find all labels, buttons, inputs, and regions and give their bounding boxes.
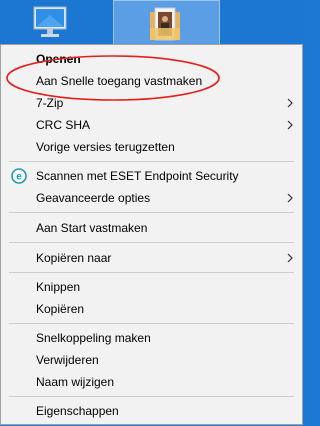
submenu-arrow-icon <box>287 253 293 263</box>
folder-icon[interactable] <box>147 6 183 42</box>
menu-item-label: Kopiëren naar <box>36 251 112 265</box>
menu-item-properties[interactable]: Eigenschappen <box>1 400 302 422</box>
menu-item-delete[interactable]: Verwijderen <box>1 349 302 371</box>
menu-item-create-shortcut[interactable]: Snelkoppeling maken <box>1 327 302 349</box>
menu-separator <box>9 396 294 397</box>
submenu-arrow-icon <box>287 193 293 203</box>
menu-item-rename[interactable]: Naam wijzigen <box>1 371 302 393</box>
menu-item-label: Knippen <box>36 280 81 294</box>
menu-item-label: Geavanceerde opties <box>36 191 151 205</box>
menu-item-pin-to-start[interactable]: Aan Start vastmaken <box>1 217 302 239</box>
menu-item-label: Vorige versies terugzetten <box>36 140 175 154</box>
menu-item-cut[interactable]: Knippen <box>1 276 302 298</box>
menu-item-advanced-options[interactable]: Geavanceerde opties <box>1 187 302 209</box>
menu-item-label: CRC SHA <box>36 118 91 132</box>
menu-item-label: Snelkoppeling maken <box>36 331 151 345</box>
menu-item-label: Verwijderen <box>36 353 99 367</box>
menu-item-label: Aan Snelle toegang vastmaken <box>36 74 203 88</box>
menu-item-label: Aan Start vastmaken <box>36 221 148 235</box>
menu-item-copy-to[interactable]: Kopiëren naar <box>1 247 302 269</box>
desktop-strip <box>0 0 305 45</box>
menu-separator <box>9 212 294 213</box>
menu-separator <box>9 323 294 324</box>
menu-item-copy[interactable]: Kopiëren <box>1 298 302 320</box>
menu-item-open[interactable]: Openen <box>1 48 302 70</box>
menu-item-7zip[interactable]: 7-Zip <box>1 92 302 114</box>
menu-item-label: Naam wijzigen <box>36 375 115 389</box>
menu-item-label: Kopiëren <box>36 302 85 316</box>
submenu-arrow-icon <box>287 120 293 130</box>
eset-icon: e <box>11 168 27 184</box>
menu-separator <box>9 272 294 273</box>
submenu-arrow-icon <box>287 98 293 108</box>
menu-item-pin-quick-access[interactable]: Aan Snelle toegang vastmaken <box>1 70 302 92</box>
menu-item-label: Scannen met ESET Endpoint Security <box>36 169 239 183</box>
menu-item-label: Eigenschappen <box>36 404 119 418</box>
menu-item-restore-previous-versions[interactable]: Vorige versies terugzetten <box>1 136 302 158</box>
this-pc-icon[interactable] <box>30 5 70 39</box>
menu-separator <box>9 242 294 243</box>
menu-separator <box>9 161 294 162</box>
menu-item-label: 7-Zip <box>36 96 64 110</box>
menu-item-label: Openen <box>36 52 81 66</box>
svg-text:e: e <box>16 172 22 183</box>
context-menu: Openen Aan Snelle toegang vastmaken 7-Zi… <box>0 44 303 425</box>
menu-item-eset-scan[interactable]: e Scannen met ESET Endpoint Security <box>1 165 302 187</box>
menu-item-crc-sha[interactable]: CRC SHA <box>1 114 302 136</box>
